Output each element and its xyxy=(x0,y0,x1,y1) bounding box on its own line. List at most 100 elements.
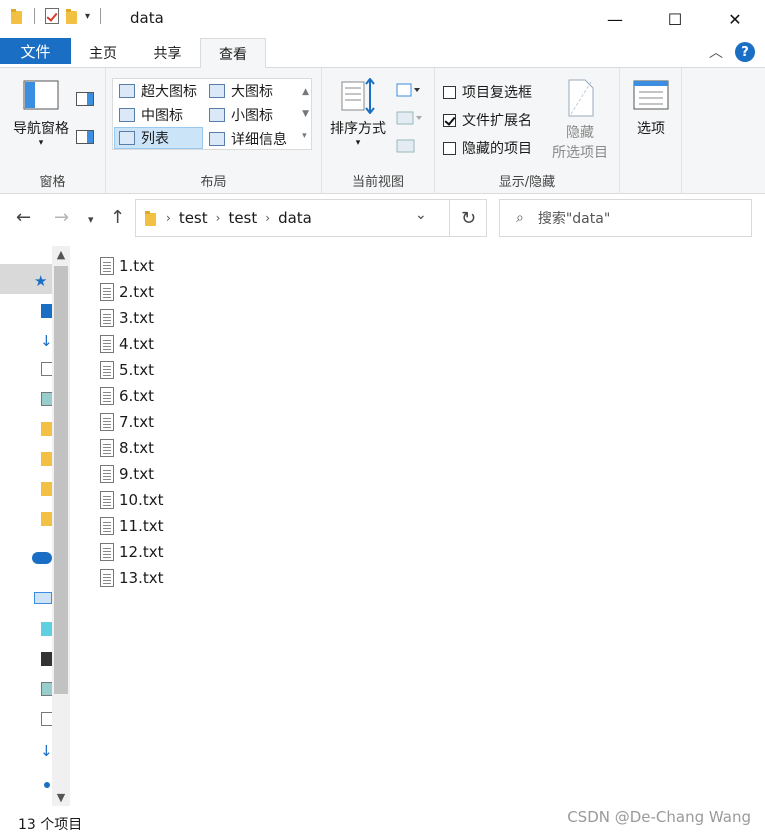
nav-scrollbar[interactable]: ▲ ▼ xyxy=(52,246,70,806)
show-hide-group: 项目复选框 文件扩展名 隐藏的项目 隐藏 所选项目 显示/隐藏 xyxy=(435,68,620,194)
breadcrumb-item[interactable]: test xyxy=(228,209,257,227)
layout-item-label: 中图标 xyxy=(141,108,183,124)
file-name: 13.txt xyxy=(119,569,164,587)
file-item[interactable]: 2.txt xyxy=(100,279,164,305)
scrollbar-thumb[interactable] xyxy=(54,266,68,694)
file-name: 12.txt xyxy=(119,543,164,561)
gallery-scroll-icon[interactable]: ▲ ▼ ▾ xyxy=(302,81,309,147)
file-item[interactable]: 8.txt xyxy=(100,435,164,461)
navigation-pane: ★ ↓ ↓ xyxy=(0,246,53,806)
chevron-right-icon[interactable]: › xyxy=(216,211,221,225)
file-item[interactable]: 9.txt xyxy=(100,461,164,487)
title-bar: ▾ data — ☐ ✕ xyxy=(0,0,765,38)
up-arrow-icon[interactable]: ↑ xyxy=(110,207,125,228)
help-icon[interactable]: ? xyxy=(735,42,755,62)
file-item[interactable]: 12.txt xyxy=(100,539,164,565)
file-item[interactable]: 10.txt xyxy=(100,487,164,513)
divider xyxy=(100,8,102,24)
new-folder-icon[interactable] xyxy=(65,8,79,24)
download-icon[interactable]: ↓ xyxy=(40,332,53,350)
preview-pane-icon[interactable] xyxy=(76,92,94,106)
pane-group: 导航窗格 ▾ 窗格 xyxy=(0,68,106,194)
quick-access-toolbar: ▾ xyxy=(10,8,105,24)
navigation-pane-button[interactable]: 导航窗格 ▾ xyxy=(6,80,76,148)
details-pane-icon[interactable] xyxy=(76,130,94,144)
item-checkboxes-checkbox[interactable] xyxy=(443,85,456,99)
sort-by-button[interactable]: 排序方式 ▾ xyxy=(328,77,388,148)
tab-share[interactable]: 共享 xyxy=(135,38,200,68)
layout-medium-icons[interactable]: 中图标 xyxy=(115,104,205,126)
file-item[interactable]: 13.txt xyxy=(100,565,164,591)
folder-icon xyxy=(144,210,158,226)
layout-details[interactable]: 详细信息 xyxy=(205,128,295,150)
tab-view[interactable]: 查看 xyxy=(200,38,266,69)
file-list: 1.txt 2.txt 3.txt 4.txt 5.txt 6.txt 7.tx… xyxy=(100,253,164,591)
collapse-ribbon-icon[interactable]: ︿ xyxy=(709,42,723,62)
star-icon[interactable]: ★ xyxy=(34,272,47,290)
maximize-button[interactable]: ☐ xyxy=(645,0,705,38)
recent-locations-icon[interactable]: ▾ xyxy=(88,213,94,226)
file-item[interactable]: 11.txt xyxy=(100,513,164,539)
ribbon-tabs: 文件 主页 共享 查看 ︿ ? xyxy=(0,38,765,69)
extra-large-icons-icon xyxy=(119,84,135,98)
options-button[interactable]: 选项 xyxy=(626,80,676,138)
text-file-icon xyxy=(100,283,114,301)
address-dropdown-icon[interactable]: ⌄ xyxy=(415,207,427,223)
file-extensions-checkbox[interactable] xyxy=(443,113,456,127)
layout-extra-large-icons[interactable]: 超大图标 xyxy=(115,80,205,102)
group-by-icon[interactable] xyxy=(396,82,422,98)
breadcrumb-item[interactable]: data xyxy=(278,209,312,227)
forward-arrow-icon[interactable]: → xyxy=(54,207,69,228)
scroll-up-icon[interactable]: ▲ xyxy=(52,248,70,261)
text-file-icon xyxy=(100,361,114,379)
address-bar[interactable]: › test › test › data xyxy=(135,199,487,237)
customize-toolbar-icon[interactable]: ▾ xyxy=(85,11,90,22)
options-icon xyxy=(633,80,669,110)
file-name: 2.txt xyxy=(119,283,154,301)
onedrive-icon[interactable] xyxy=(32,552,52,564)
search-box[interactable]: ⌕ 搜索"data" xyxy=(499,199,752,237)
chevron-down-icon: ▾ xyxy=(355,138,361,148)
folder-icon xyxy=(10,8,24,24)
refresh-icon: ↻ xyxy=(460,207,477,229)
layout-group-label: 布局 xyxy=(200,175,227,190)
music-icon[interactable] xyxy=(44,782,50,788)
file-extensions-label: 文件扩展名 xyxy=(462,113,532,129)
back-arrow-icon[interactable]: ← xyxy=(16,207,31,228)
text-file-icon xyxy=(100,543,114,561)
chevron-right-icon[interactable]: › xyxy=(265,211,270,225)
file-item[interactable]: 3.txt xyxy=(100,305,164,331)
navigation-pane-icon xyxy=(23,80,59,110)
file-item[interactable]: 4.txt xyxy=(100,331,164,357)
properties-icon[interactable] xyxy=(45,8,59,24)
details-icon xyxy=(209,132,225,146)
tab-file[interactable]: 文件 xyxy=(0,38,71,64)
hidden-items-checkbox[interactable] xyxy=(443,141,456,155)
file-item[interactable]: 6.txt xyxy=(100,383,164,409)
file-item[interactable]: 5.txt xyxy=(100,357,164,383)
download-icon[interactable]: ↓ xyxy=(40,742,53,760)
layout-large-icons[interactable]: 大图标 xyxy=(205,80,295,102)
minimize-button[interactable]: — xyxy=(585,0,645,38)
layout-list[interactable]: 列表 xyxy=(114,127,203,149)
file-item[interactable]: 1.txt xyxy=(100,253,164,279)
hide-selected-items-button[interactable]: 隐藏 所选项目 xyxy=(547,78,613,162)
computer-icon[interactable] xyxy=(34,592,52,604)
tab-home[interactable]: 主页 xyxy=(71,38,135,68)
breadcrumb-item[interactable]: test xyxy=(179,209,208,227)
hidden-items-option[interactable]: 隐藏的项目 xyxy=(443,138,532,158)
refresh-button[interactable]: ↻ xyxy=(449,199,487,237)
scroll-down-icon[interactable]: ▼ xyxy=(52,791,70,804)
chevron-right-icon[interactable]: › xyxy=(166,211,171,225)
divider xyxy=(34,8,35,24)
close-button[interactable]: ✕ xyxy=(705,0,765,38)
file-item[interactable]: 7.txt xyxy=(100,409,164,435)
file-extensions-option[interactable]: 文件扩展名 xyxy=(443,110,532,130)
navigation-pane-label: 导航窗格 xyxy=(13,121,69,137)
hide-selected-label: 所选项目 xyxy=(552,145,608,161)
item-count: 13 个项目 xyxy=(18,817,83,833)
layout-small-icons[interactable]: 小图标 xyxy=(205,104,295,126)
layout-gallery: 超大图标 大图标 中图标 小图标 列表 详细信息 ▲ ▼ ▾ xyxy=(112,78,312,150)
file-name: 7.txt xyxy=(119,413,154,431)
item-checkboxes-option[interactable]: 项目复选框 xyxy=(443,82,532,102)
